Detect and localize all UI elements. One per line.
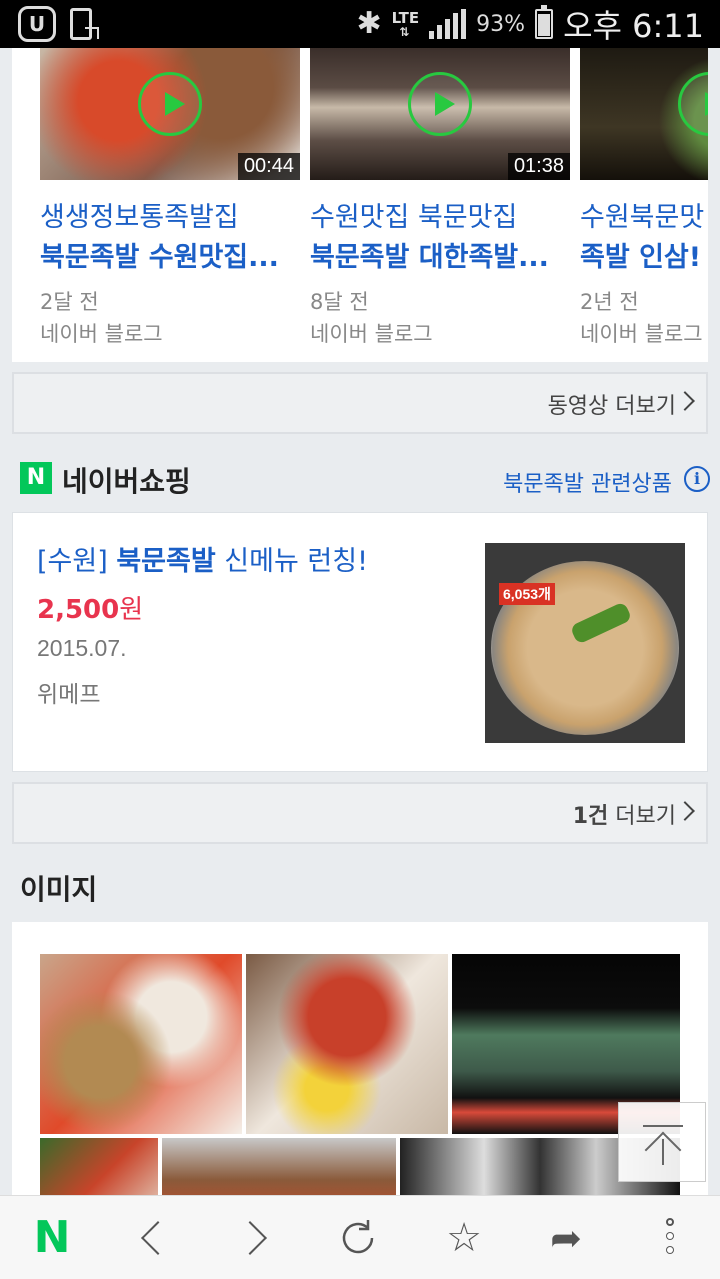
menu-button[interactable] bbox=[646, 1214, 694, 1262]
product-seller: 위메프 bbox=[37, 682, 101, 708]
sales-count-badge: 6,053개 bbox=[499, 583, 555, 605]
video-title[interactable]: 수원맛집 북문맛집 북문족발 대한족발... bbox=[310, 198, 570, 278]
bookmark-star-icon[interactable]: ☆ bbox=[440, 1214, 488, 1262]
video-more-button[interactable]: 동영상 더보기 bbox=[12, 372, 708, 434]
product-title[interactable]: [수원] 북문족발 신메뉴 런칭! bbox=[37, 539, 368, 578]
video-thumbnail[interactable] bbox=[580, 48, 708, 180]
status-bar: U ✱ LTE ⇅ 93% 오후 6:11 bbox=[0, 0, 720, 48]
video-thumbnail[interactable]: 01:38 bbox=[310, 48, 570, 180]
video-duration: 00:44 bbox=[237, 153, 300, 180]
info-icon[interactable]: i bbox=[684, 466, 710, 492]
video-source: 네이버 블로그 bbox=[310, 322, 433, 346]
more-vertical-icon bbox=[666, 1218, 674, 1226]
product-date: 2015.07. bbox=[37, 635, 127, 661]
share-icon[interactable]: ➦ bbox=[542, 1214, 590, 1262]
video-age: 2달 전 bbox=[40, 290, 99, 314]
video-source: 네이버 블로그 bbox=[580, 322, 703, 346]
images-section-title: 이미지 bbox=[20, 873, 98, 906]
naver-logo-icon: N bbox=[20, 462, 52, 494]
video-source: 네이버 블로그 bbox=[40, 322, 163, 346]
video-item[interactable]: 수원북문맛 족발 인삼! 2년 전 네이버 블로그 bbox=[580, 48, 708, 350]
play-icon[interactable] bbox=[678, 72, 708, 136]
product-price: 2,500원 bbox=[37, 595, 144, 625]
bluetooth-icon: ✱ bbox=[356, 6, 382, 41]
browser-toolbar: N ☆ ➦ bbox=[0, 1195, 720, 1279]
uplus-icon: U bbox=[18, 6, 56, 42]
clock: 오후 6:11 bbox=[563, 7, 704, 45]
shopping-header: N 네이버쇼핑 북문족발 관련상품 i bbox=[20, 460, 710, 500]
video-item[interactable]: 01:38 수원맛집 북문맛집 북문족발 대한족발... 8달 전 네이버 블로… bbox=[310, 48, 570, 350]
chevron-right-icon bbox=[675, 801, 695, 821]
section-title: 네이버쇼핑 bbox=[62, 465, 191, 498]
play-icon[interactable] bbox=[408, 72, 472, 136]
video-age: 2년 전 bbox=[580, 290, 639, 314]
network-type: LTE ⇅ bbox=[391, 8, 420, 39]
video-item[interactable]: 00:44 생생정보통족발집 북문족발 수원맛집... 2달 전 네이버 블로그 bbox=[40, 48, 300, 350]
video-title[interactable]: 생생정보통족발집 북문족발 수원맛집... bbox=[40, 198, 300, 278]
video-thumbnail[interactable]: 00:44 bbox=[40, 48, 300, 180]
image-thumbnail[interactable] bbox=[40, 954, 242, 1134]
back-button[interactable] bbox=[130, 1214, 178, 1262]
image-grid bbox=[12, 922, 708, 1222]
video-carousel: 00:44 생생정보통족발집 북문족발 수원맛집... 2달 전 네이버 블로그… bbox=[12, 48, 708, 362]
image-thumbnail[interactable] bbox=[246, 954, 448, 1134]
video-duration: 01:38 bbox=[507, 153, 570, 180]
chevron-right-icon bbox=[675, 391, 695, 411]
reload-icon bbox=[342, 1220, 374, 1254]
forward-button[interactable] bbox=[232, 1214, 280, 1262]
scroll-to-top-button[interactable] bbox=[618, 1102, 706, 1182]
phone-sync-icon bbox=[70, 8, 99, 40]
naver-home-button[interactable]: N bbox=[28, 1214, 76, 1262]
product-card[interactable]: [수원] 북문족발 신메뉴 런칭! 2,500원 2015.07. 위메프 6,… bbox=[12, 512, 708, 772]
battery-percent: 93% bbox=[476, 11, 526, 37]
video-title[interactable]: 수원북문맛 족발 인삼! bbox=[580, 198, 708, 278]
related-products-link[interactable]: 북문족발 관련상품 bbox=[503, 466, 672, 498]
reload-button[interactable] bbox=[334, 1214, 382, 1262]
shopping-more-button[interactable]: 1건 더보기 bbox=[12, 782, 708, 844]
signal-icon bbox=[429, 9, 467, 39]
battery-icon bbox=[535, 5, 554, 39]
product-image[interactable]: 6,053개 bbox=[485, 543, 685, 743]
play-icon[interactable] bbox=[138, 72, 202, 136]
video-age: 8달 전 bbox=[310, 290, 369, 314]
